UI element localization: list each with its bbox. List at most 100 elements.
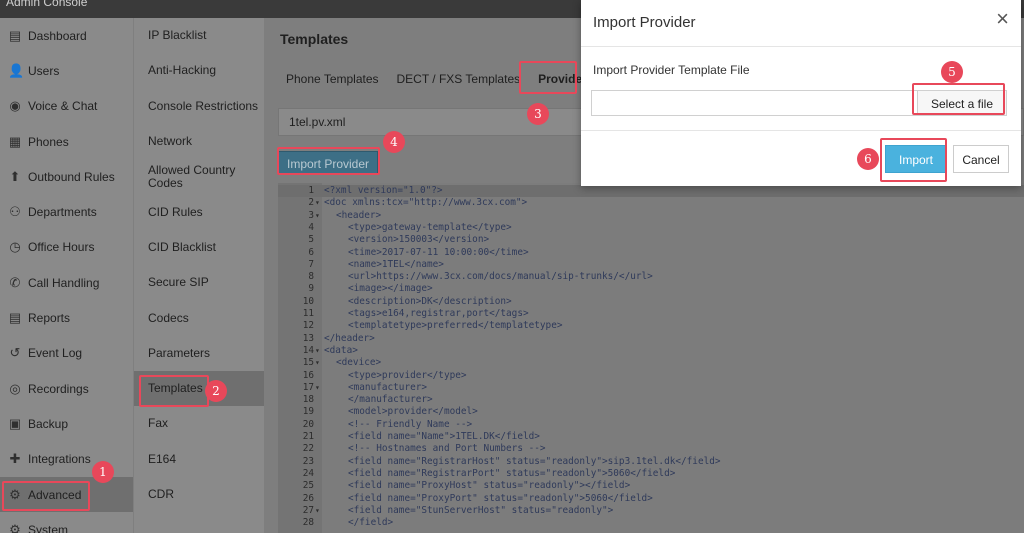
- subnav-item-cid-rules[interactable]: CID Rules: [134, 194, 264, 229]
- sidebar-item-voice-chat[interactable]: ◉ Voice & Chat: [0, 89, 133, 124]
- code-text: <?xml version="1.0"?>: [324, 185, 443, 196]
- sidebar-item-system[interactable]: ⚙ System: [0, 512, 133, 533]
- subnav-item-fax[interactable]: Fax: [134, 406, 264, 441]
- code-line: 18 </manufacturer>: [278, 394, 1024, 406]
- subnav-item-allowed-country-codes[interactable]: Allowed Country Codes: [134, 159, 264, 194]
- sidebar-item-recordings[interactable]: ◎ Recordings: [0, 371, 133, 406]
- xml-code-editor[interactable]: 1 <?xml version="1.0"?> 2 ▾ <doc xmlns:tcx="…: [278, 183, 1024, 533]
- line-number: 2: [308, 197, 314, 209]
- code-text: <data>: [324, 344, 358, 356]
- subnav-item-ip-blacklist[interactable]: IP Blacklist: [134, 18, 264, 53]
- line-number: 15: [302, 357, 314, 369]
- line-number: 21: [302, 431, 314, 442]
- code-line: 22 <!-- Hostnames and Port Numbers -->: [278, 443, 1024, 455]
- code-text: </field>: [348, 517, 394, 529]
- sidebar-item-call-handling[interactable]: ✆ Call Handling: [0, 265, 133, 300]
- line-number: 20: [302, 418, 314, 430]
- sidebar-item-outbound-rules[interactable]: ⬆ Outbound Rules: [0, 159, 133, 194]
- code-line: 27 ▾ <field name="StunServerHost" status="…: [278, 505, 1024, 517]
- tab-dect-fxs-templates[interactable]: DECT / FXS Templates: [389, 70, 529, 92]
- fold-toggle-icon[interactable]: ▾: [315, 357, 323, 369]
- dialog-footer-divider: [581, 130, 1021, 131]
- code-line: 11 <tags>e164,registrar,port</tags>: [278, 308, 1024, 320]
- step-marker-1: 1: [92, 461, 114, 483]
- subnav-item-secure-sip[interactable]: Secure SIP: [134, 265, 264, 300]
- line-number: 7: [308, 258, 314, 270]
- line-number: 26: [302, 492, 314, 504]
- code-line: 28 </field>: [278, 517, 1024, 529]
- subnav-item-cdr[interactable]: CDR: [134, 477, 264, 512]
- fold-toggle-icon[interactable]: ▾: [315, 197, 323, 209]
- code-text: <!-- Hostnames and Port Numbers -->: [348, 443, 546, 455]
- sidebar-item-phones[interactable]: ▦ Phones: [0, 124, 133, 159]
- code-text: <type>provider</type>: [348, 369, 467, 381]
- sidebar-item-event-log[interactable]: ↺ Event Log: [0, 336, 133, 371]
- cancel-button[interactable]: Cancel: [953, 145, 1009, 173]
- code-line: 26 <field name="ProxyPort" status="readon…: [278, 493, 1024, 505]
- line-number: 9: [308, 283, 314, 295]
- fold-toggle-icon[interactable]: ▾: [315, 505, 323, 517]
- sidebar-item-reports[interactable]: ▤ Reports: [0, 300, 133, 335]
- sidebar-item-dashboard[interactable]: ▤ Dashboard: [0, 18, 133, 53]
- sidebar-item-label: Dashboard: [28, 28, 87, 43]
- sidebar-item-label: Voice & Chat: [28, 99, 98, 114]
- code-text: <device>: [336, 357, 382, 369]
- line-number: 3: [308, 209, 314, 221]
- sidebar-item-label: Phones: [28, 134, 69, 149]
- sidebar-item-backup[interactable]: ▣ Backup: [0, 406, 133, 441]
- subnav-item-codecs[interactable]: Codecs: [134, 300, 264, 335]
- sidebar-item-office-hours[interactable]: ◷ Office Hours: [0, 230, 133, 265]
- step-marker-3: 3: [527, 103, 549, 125]
- sidebar-item-label: Backup: [28, 416, 69, 431]
- line-number: 22: [302, 443, 314, 455]
- subnav-item-console-restrictions[interactable]: Console Restrictions: [134, 89, 264, 124]
- code-text: <field name="RegistrarPort" status="read…: [348, 467, 676, 479]
- highlight-advanced: [2, 481, 90, 511]
- code-line: 9 <image></image>: [278, 283, 1024, 295]
- code-line: 23 <field name="RegistrarHost" status="re…: [278, 456, 1024, 468]
- code-line: 20 <!-- Friendly Name -->: [278, 419, 1024, 431]
- dialog-title: Import Provider: [593, 14, 696, 31]
- sidebar-item-departments[interactable]: ⚇ Departments: [0, 194, 133, 229]
- advanced-subnav: IP Blacklist Anti-Hacking Console Restrict…: [133, 18, 264, 533]
- subnav-item-anti-hacking[interactable]: Anti-Hacking: [134, 53, 264, 88]
- code-line: 14 ▾ <data>: [278, 345, 1024, 357]
- file-path-input[interactable]: [591, 90, 921, 116]
- fold-toggle-icon[interactable]: ▾: [315, 345, 323, 357]
- fold-toggle-icon[interactable]: ▾: [315, 210, 323, 222]
- sidebar-item-label: Call Handling: [28, 275, 100, 290]
- code-text: <doc xmlns:tcx="http://www.3cx.com">: [324, 197, 528, 209]
- sidebar-item-label: Outbound Rules: [28, 169, 115, 184]
- sidebar-item-users[interactable]: 👤 Users: [0, 53, 133, 88]
- line-number: 28: [302, 517, 314, 529]
- code-line: 17 ▾ <manufacturer>: [278, 382, 1024, 394]
- sidebar-item-label: Departments: [28, 205, 97, 220]
- code-text: <type>gateway-template</type>: [348, 221, 512, 233]
- subnav-item-network[interactable]: Network: [134, 124, 264, 159]
- code-line: 10 <description>DK</description>: [278, 296, 1024, 308]
- sidebar-item-label: System: [28, 522, 69, 533]
- code-text: <description>DK</description>: [348, 295, 512, 307]
- step-marker-6: 6: [857, 148, 879, 170]
- subnav-item-e164[interactable]: E164: [134, 442, 264, 477]
- subnav-item-parameters[interactable]: Parameters: [134, 336, 264, 371]
- code-text: <templatetype>preferred</templatetype>: [348, 320, 563, 332]
- line-number: 24: [302, 467, 314, 479]
- highlight-import-provider: [277, 147, 380, 175]
- code-text: <model>provider</model>: [348, 406, 478, 418]
- tab-phone-templates[interactable]: Phone Templates: [278, 70, 387, 92]
- code-line: 19 <model>provider</model>: [278, 406, 1024, 418]
- code-line: 3 ▾ <header>: [278, 210, 1024, 222]
- line-number: 13: [302, 332, 314, 344]
- code-line: 6 <time>2017-07-11 10:00:00</time>: [278, 247, 1024, 259]
- puzzle-icon: ✚: [9, 451, 21, 467]
- sidebar-item-label: Event Log: [28, 346, 83, 361]
- close-icon[interactable]: ×: [996, 8, 1009, 30]
- line-number: 27: [302, 504, 314, 516]
- fold-toggle-icon[interactable]: ▾: [315, 382, 323, 394]
- subnav-item-cid-blacklist[interactable]: CID Blacklist: [134, 230, 264, 265]
- sidebar-item-label: Integrations: [28, 452, 91, 467]
- sidebar-item-label: Recordings: [28, 381, 89, 396]
- highlight-provider-tab: [519, 61, 577, 94]
- highlight-import: [880, 138, 947, 182]
